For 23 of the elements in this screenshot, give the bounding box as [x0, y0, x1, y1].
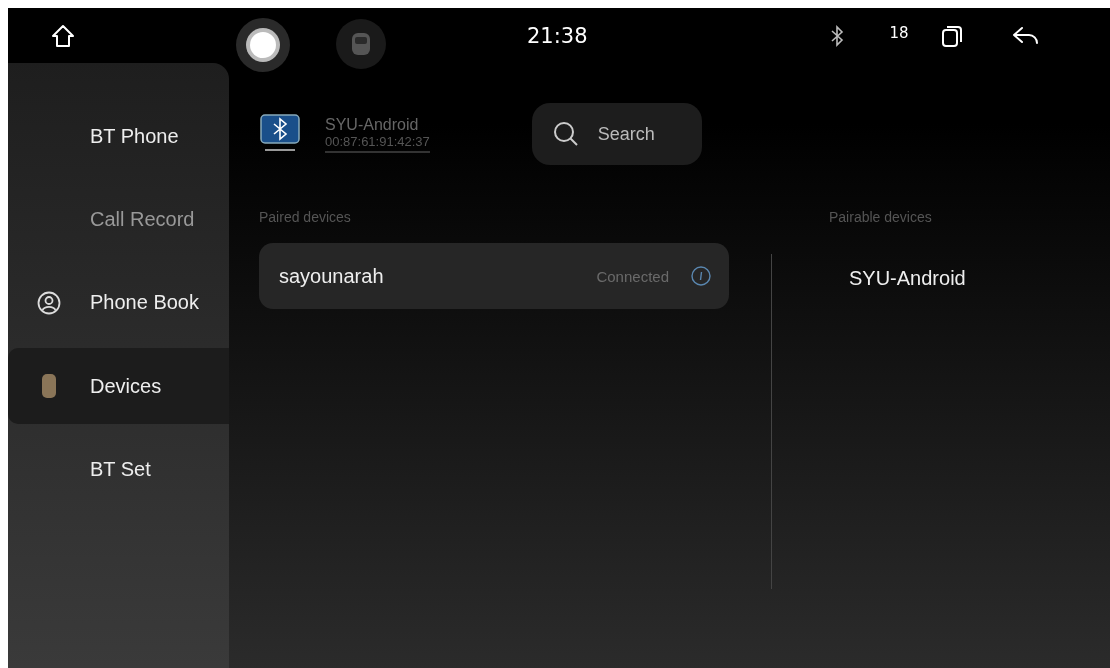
device-address: 00:87:61:91:42:37 — [325, 133, 430, 149]
thumbnail-placeholder — [42, 374, 56, 398]
pairable-device-item[interactable]: SYU-Android — [849, 267, 966, 290]
circle-button-icon[interactable] — [235, 16, 291, 73]
device-info-field[interactable]: SYU-Android 00:87:61:91:42:37 — [325, 115, 430, 153]
sidebar-item[interactable]: BT Set — [8, 428, 229, 511]
clock-time: 21:38 — [527, 23, 588, 48]
status-number: 18 — [889, 23, 909, 42]
device-name: sayounarah — [279, 264, 385, 288]
person-icon — [37, 290, 61, 315]
sidebar-item[interactable]: BT Phone — [8, 95, 229, 178]
section-heading: Paired devices — [259, 209, 352, 225]
device-name: SYU-Android — [325, 115, 420, 134]
search-icon — [551, 120, 580, 148]
car-icon[interactable] — [335, 17, 387, 70]
paired-device-row[interactable]: sayounarah Connected — [259, 243, 729, 309]
sidebar-item[interactable]: Phone Book — [8, 261, 229, 344]
info-icon[interactable] — [691, 266, 711, 286]
home-icon[interactable] — [50, 22, 76, 49]
section-heading: Pairable devices — [829, 209, 933, 225]
sidebar-item[interactable]: Devices — [8, 348, 229, 424]
connection-status: Connected — [596, 267, 669, 285]
search-button[interactable]: Search — [531, 103, 702, 165]
